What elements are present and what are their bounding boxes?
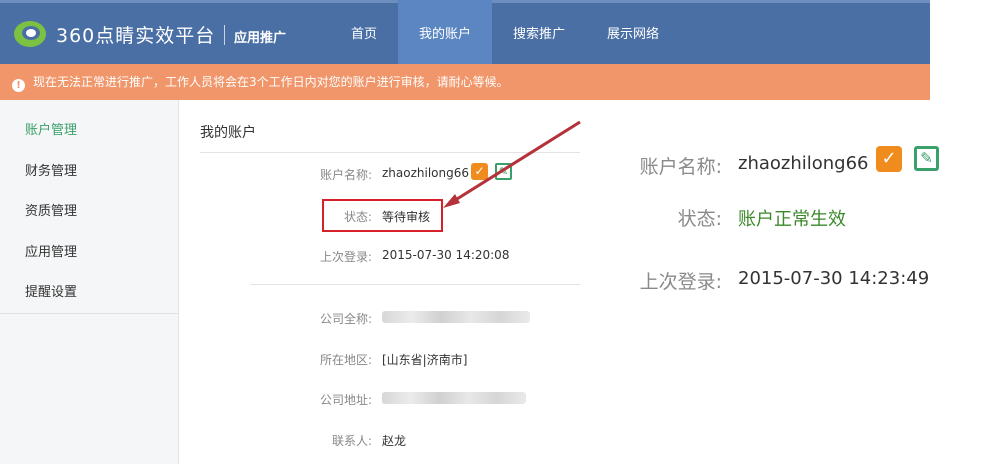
callout-last-login-value: 2015-07-30 14:23:49 <box>738 268 930 289</box>
status-highlight-box <box>322 199 443 232</box>
company-address-redacted <box>382 392 526 404</box>
sidebar-item-finance-management[interactable]: 财务管理 <box>0 151 179 192</box>
sidebar-item-app-management[interactable]: 应用管理 <box>0 232 179 273</box>
callout-account-name-label: 账户名称: <box>639 156 722 178</box>
title-divider <box>200 152 580 153</box>
page-title: 我的账户 <box>200 125 256 141</box>
warning-icon: ! <box>12 79 25 92</box>
callout-status-value: 账户正常生效 <box>738 209 846 230</box>
account-name-label: 账户名称: <box>319 168 372 182</box>
brand-logo-icon <box>14 21 46 47</box>
verified-check-icon: ✓ <box>471 163 488 180</box>
product-name: 应用推广 <box>234 31 287 46</box>
section-divider <box>250 284 580 285</box>
sidebar-item-reminder-settings[interactable]: 提醒设置 <box>0 272 179 313</box>
callout-status-label: 状态: <box>677 208 722 230</box>
sidebar-item-account-management[interactable]: 账户管理 <box>0 110 179 151</box>
nav-search-promotion[interactable]: 搜索推广 <box>492 0 586 67</box>
brand-divider <box>224 25 225 45</box>
company-address-label: 公司地址: <box>319 393 372 407</box>
contact-value: 赵龙 <box>382 434 407 448</box>
review-notice-bar: ! 现在无法正常进行推广，工作人员将会在3个工作日内对您的账户进行审核，请耐心等候… <box>0 64 930 100</box>
nav-display-network[interactable]: 展示网络 <box>586 0 680 67</box>
sidebar-item-qualification-management[interactable]: 资质管理 <box>0 191 179 232</box>
last-login-label: 上次登录: <box>319 250 372 264</box>
sidebar-menu: 账户管理 财务管理 资质管理 应用管理 提醒设置 <box>0 110 179 314</box>
top-navigation-bar: 360点睛实效平台 应用推广 首页 我的账户 搜索推广 展示网络 <box>0 0 930 67</box>
last-login-value: 2015-07-30 14:20:08 <box>382 248 510 262</box>
notice-text: 现在无法正常进行推广，工作人员将会在3个工作日内对您的账户进行审核，请耐心等候。 <box>33 75 509 89</box>
callout-account-name-value: zhaozhilong66 <box>738 153 869 174</box>
nav-home[interactable]: 首页 <box>330 0 398 67</box>
company-name-redacted <box>382 311 530 323</box>
page: 360点睛实效平台 应用推广 首页 我的账户 搜索推广 展示网络 ! 现在无法正常… <box>0 0 995 464</box>
callout-verified-check-icon: ✓ <box>876 146 902 172</box>
contact-label: 联系人: <box>331 434 372 448</box>
main-nav: 首页 我的账户 搜索推广 展示网络 <box>330 0 680 67</box>
callout-edit-icon: ✎ <box>914 146 939 171</box>
sidebar: 账户管理 财务管理 资质管理 应用管理 提醒设置 <box>0 100 179 464</box>
account-name-value: zhaozhilong66 <box>382 166 470 180</box>
nav-my-account[interactable]: 我的账户 <box>398 0 493 67</box>
company-name-label: 公司全称: <box>319 312 372 326</box>
callout-last-login-label: 上次登录: <box>639 271 722 293</box>
brand-name: 360点睛实效平台 <box>56 25 216 47</box>
edit-icon[interactable]: ✎ <box>495 163 512 180</box>
region-value: [山东省|济南市] <box>382 353 468 367</box>
region-label: 所在地区: <box>319 353 372 367</box>
